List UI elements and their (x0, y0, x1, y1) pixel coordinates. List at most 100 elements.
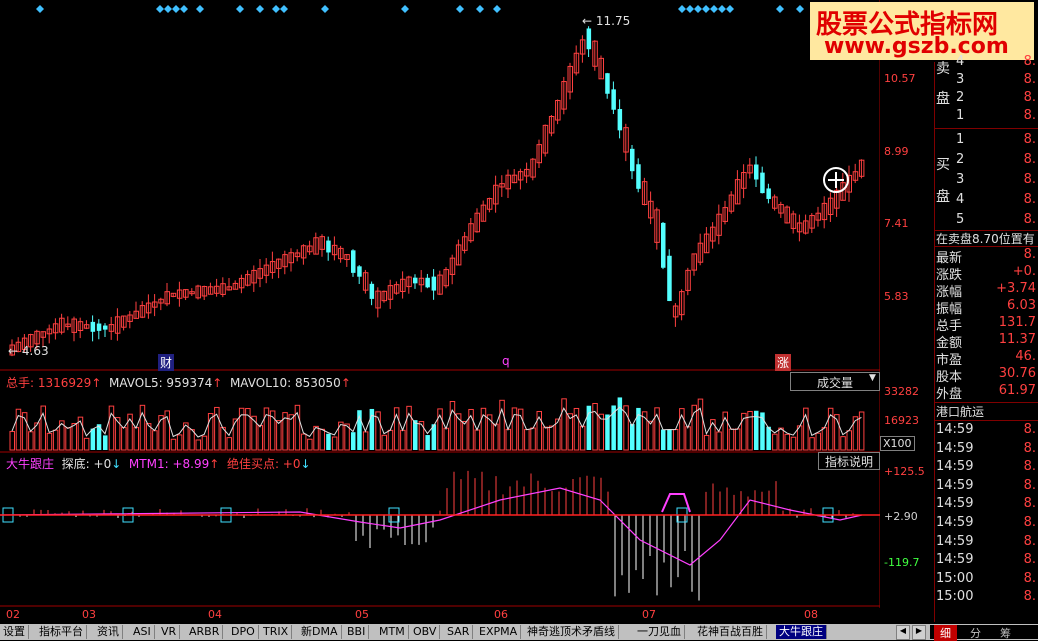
tab-indicator[interactable]: ASI (130, 625, 155, 639)
volume-bar (592, 403, 598, 451)
tab-indicator[interactable]: ARBR (186, 625, 224, 639)
candle (630, 148, 635, 172)
volume-bar (152, 430, 158, 451)
signal-diamond (196, 5, 204, 13)
tab-detail[interactable]: 细 (934, 625, 957, 641)
buy-label: 买 (936, 157, 950, 173)
tab-indicator[interactable]: 设置 (0, 625, 29, 639)
stat-value: +0. (1012, 264, 1036, 279)
volume-bar (65, 427, 71, 451)
quote-stat-row: 振幅 6.03 (934, 298, 1038, 317)
signal-diamond (476, 5, 484, 13)
stat-value: 8. (1023, 247, 1036, 262)
indicator-axis-label: -119.7 (884, 556, 920, 569)
tab-indicator[interactable]: SAR (444, 625, 474, 639)
volume-bar (276, 420, 282, 451)
tab-indicator[interactable]: VR (158, 625, 181, 639)
tick-price: 8. (1023, 496, 1036, 512)
volume-bar (728, 428, 735, 451)
signal-diamond (272, 5, 280, 13)
scroll-right-icon[interactable]: ▶ (912, 625, 926, 640)
volume-bar (46, 432, 53, 451)
quote-side-panel: 4 8. 3 8. 2 8. 1 8. 卖 盘 1 8. 2 8. 3 8. 4 8. 5 8. … (934, 0, 1038, 622)
tab-chips[interactable]: 筹 (1000, 625, 1011, 641)
tab-indicator[interactable]: OBV (410, 625, 441, 639)
volume-bar (319, 428, 325, 451)
tab-indicator[interactable]: 花神百战百胜 (694, 625, 767, 639)
volume-axis-label: 16923 (884, 414, 919, 427)
signal-diamond (172, 5, 180, 13)
volume-bar (257, 424, 263, 451)
tab-indicator[interactable]: DPO (228, 625, 259, 639)
volume-bar (703, 434, 710, 451)
indicator-help-button[interactable]: 指标说明 (818, 452, 880, 470)
candle (351, 250, 356, 273)
volume-bar (139, 404, 146, 451)
indicator-axis-label: +125.5 (884, 465, 925, 478)
tick-price: 8. (1023, 440, 1036, 456)
tab-indicator[interactable]: 新DMA (298, 625, 342, 639)
volume-bar (462, 421, 468, 451)
tick-price: 8. (1023, 459, 1036, 475)
volume-unit-label: X100 (880, 436, 915, 451)
tick-price: 8. (1023, 533, 1036, 549)
volume-bar (542, 426, 549, 451)
volume-bar (499, 399, 505, 451)
tab-indicator[interactable]: TRIX (260, 625, 293, 639)
tick-price: 8. (1023, 570, 1036, 586)
event-marker-q[interactable]: q (502, 354, 510, 368)
tick-time: 14:59 (936, 496, 974, 512)
tab-indicator[interactable]: 大牛跟庄 (776, 625, 827, 639)
chevron-down-icon: ▼ (869, 373, 876, 383)
volume-header: 总手: 1316929↑ MAVOL5: 959374↑ MAVOL10: 85… (6, 376, 351, 390)
tab-indicator[interactable]: EXPMA (476, 625, 522, 639)
candle (326, 240, 331, 253)
volume-bar (846, 430, 852, 451)
volume-bar (288, 414, 294, 451)
signal-diamond (776, 5, 784, 13)
indicator-header: 大牛跟庄 探底: +0↓ MTM1: +8.99↑ 绝佳买点: +0↓ (6, 457, 311, 471)
tab-indicator[interactable]: 神奇逃顶术矛盾线 (524, 625, 619, 639)
volume-bar (28, 431, 34, 451)
volume-bar (158, 415, 164, 451)
total-volume-label: 总手: 1316929 (6, 376, 92, 390)
date-axis: 02 03 04 05 06 07 08 (6, 608, 818, 621)
volume-bar (176, 434, 183, 451)
volume-bar (406, 405, 412, 451)
sector-name[interactable]: 港口航运 (936, 403, 984, 420)
quote-stat-row: 总手 131.7 (934, 315, 1038, 334)
candle (611, 89, 616, 110)
tab-indicator[interactable]: 指标平台 (36, 625, 87, 639)
kline-chart[interactable] (0, 0, 880, 608)
scroll-left-icon[interactable]: ◀ (896, 625, 910, 640)
signal-diamond (796, 5, 804, 13)
tab-minute[interactable]: 分 (970, 625, 981, 641)
price-axis-label: 8.99 (884, 145, 909, 158)
tick-row: 14:59 8. (934, 515, 1038, 533)
tick-row: 14:59 8. (934, 552, 1038, 570)
volume-bar (121, 426, 127, 451)
volume-bar (784, 433, 790, 451)
tab-indicator[interactable]: BBI (344, 625, 370, 639)
tick-time: 14:59 (936, 477, 974, 493)
volume-bar (605, 414, 610, 450)
sell-label: 卖 (936, 61, 950, 77)
volume-bar (133, 426, 139, 451)
best-buy-label: 绝佳买点: +0 (226, 457, 301, 471)
indicator-tab-bar: 设置 指标平台 资讯 ASI VR ARBR DPO TRIX 新DMA BBI MTM OBV SAR… (0, 624, 1038, 641)
event-marker-finance[interactable]: 财 (158, 354, 175, 371)
tab-indicator[interactable]: MTM (376, 625, 409, 639)
volume-bar (672, 429, 679, 451)
volume-bar (381, 434, 387, 451)
tab-indicator[interactable]: 一刀见血 (634, 625, 685, 639)
tick-time: 15:00 (936, 570, 974, 586)
event-marker-limit-up[interactable]: 涨 (775, 354, 792, 371)
tick-price: 8. (1023, 589, 1036, 605)
indicator-dropdown[interactable]: 成交量 ▼ (790, 372, 880, 391)
indicator-axis-label: +2.90 (884, 510, 918, 523)
tick-time: 14:59 (936, 440, 974, 456)
stat-value: 11.37 (998, 332, 1036, 347)
stat-value: 30.76 (998, 366, 1036, 381)
tab-indicator[interactable]: 资讯 (94, 625, 123, 639)
signal-diamond (694, 5, 702, 13)
